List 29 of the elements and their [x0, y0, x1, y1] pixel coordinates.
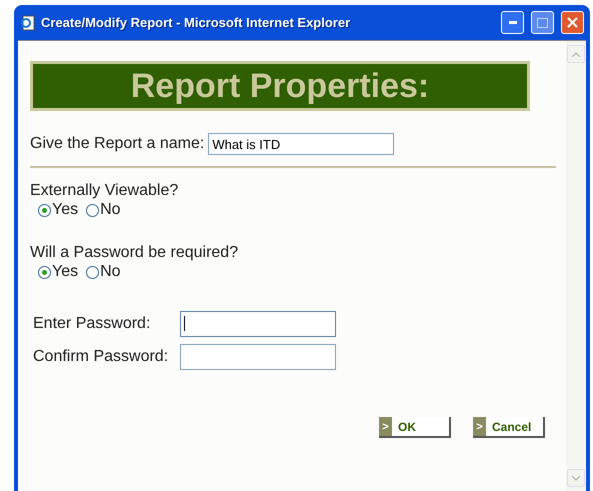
- password-field[interactable]: [180, 344, 336, 370]
- page-icon: [20, 14, 36, 30]
- chevron-up-icon: [572, 52, 580, 56]
- password-label: Confirm Password:: [32, 348, 170, 366]
- radio-option[interactable]: Yes: [38, 201, 78, 219]
- report-name-field[interactable]: What is ITD: [208, 133, 394, 155]
- radio-option[interactable]: No: [86, 263, 121, 281]
- close-icon: [567, 17, 578, 28]
- radio-button[interactable]: [86, 266, 100, 278]
- name-label: Give the Report a name:: [30, 135, 204, 153]
- question-label: Externally Viewable?: [30, 182, 178, 199]
- radio-button[interactable]: [86, 204, 100, 216]
- password-field[interactable]: [180, 311, 336, 337]
- question-label: Will a Password be required?: [30, 244, 238, 261]
- radio-button[interactable]: [38, 266, 51, 278]
- password-label: Enter Password:: [32, 315, 152, 333]
- minimize-button[interactable]: [501, 11, 524, 34]
- maximize-button[interactable]: [531, 11, 554, 34]
- report-properties-banner: Report Properties:: [30, 61, 530, 111]
- radio-button[interactable]: [38, 204, 51, 216]
- chevron-down-icon: [572, 476, 580, 480]
- close-button[interactable]: [561, 11, 584, 34]
- radio-option[interactable]: No: [86, 201, 121, 219]
- action-button[interactable]: > Cancel: [473, 417, 545, 438]
- window-title: Create/Modify Report - Microsoft Internet Explorer: [41, 15, 352, 30]
- radio-option[interactable]: Yes: [38, 263, 78, 281]
- maximize-icon: [537, 18, 548, 28]
- action-button[interactable]: > OK: [379, 417, 451, 438]
- minimize-icon: [508, 21, 516, 24]
